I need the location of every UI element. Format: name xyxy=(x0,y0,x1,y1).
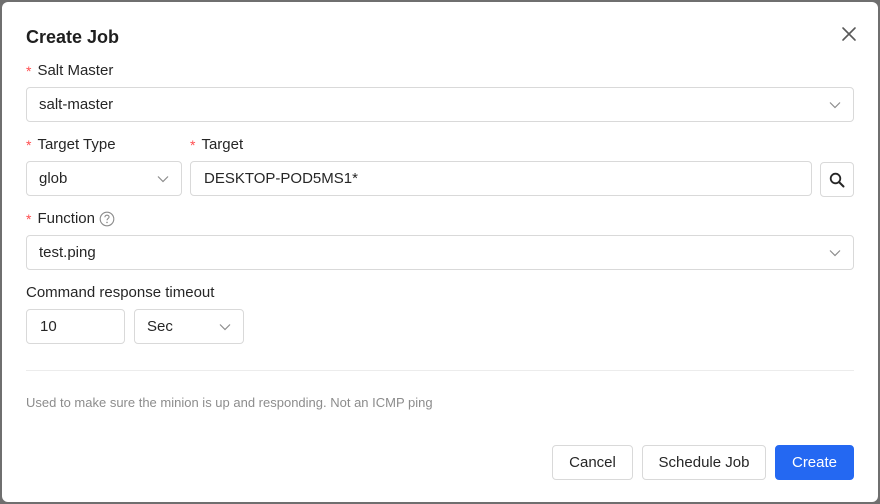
target-type-select[interactable]: glob xyxy=(26,161,182,196)
required-mark: * xyxy=(26,62,32,79)
salt-master-label-text: Salt Master xyxy=(37,62,114,79)
function-label-text: Function xyxy=(37,210,95,227)
salt-master-label: * Salt Master xyxy=(26,62,113,79)
function-description: Used to make sure the minion is up and r… xyxy=(26,395,433,410)
timeout-input[interactable]: 10 xyxy=(26,309,125,344)
required-mark: * xyxy=(190,136,196,153)
dialog-title: Create Job xyxy=(26,27,120,47)
target-label: * Target xyxy=(190,136,243,153)
target-type-label: * Target Type xyxy=(26,136,116,153)
close-icon xyxy=(842,27,856,41)
timeout-label: Command response timeout xyxy=(26,284,214,301)
search-icon xyxy=(829,172,845,187)
chevron-down-icon xyxy=(157,175,169,183)
help-icon[interactable] xyxy=(99,211,115,227)
create-button[interactable]: Create xyxy=(775,445,854,480)
chevron-down-icon xyxy=(829,249,841,257)
required-mark: * xyxy=(26,136,32,153)
target-input[interactable]: DESKTOP-POD5MS1* xyxy=(190,161,812,196)
timeout-unit-value: Sec xyxy=(147,318,173,335)
required-mark: * xyxy=(26,210,32,227)
target-search-button[interactable] xyxy=(820,162,854,197)
close-button[interactable] xyxy=(838,23,860,45)
chevron-down-icon xyxy=(829,101,841,109)
function-label: * Function xyxy=(26,210,115,227)
target-type-value: glob xyxy=(39,170,68,187)
target-label-text: Target xyxy=(201,136,244,153)
function-select[interactable]: test.ping xyxy=(26,235,854,270)
cancel-button[interactable]: Cancel xyxy=(552,445,633,480)
timeout-value: 10 xyxy=(40,318,57,335)
divider xyxy=(26,370,854,371)
function-value: test.ping xyxy=(39,244,96,261)
create-job-dialog: Create Job * Salt Master salt-master * T… xyxy=(2,2,878,502)
timeout-label-text: Command response timeout xyxy=(26,284,215,301)
timeout-unit-select[interactable]: Sec xyxy=(134,309,244,344)
target-type-label-text: Target Type xyxy=(37,136,116,153)
target-value: DESKTOP-POD5MS1* xyxy=(204,170,358,187)
salt-master-value: salt-master xyxy=(39,96,114,113)
chevron-down-icon xyxy=(219,323,231,331)
salt-master-select[interactable]: salt-master xyxy=(26,87,854,122)
schedule-job-button[interactable]: Schedule Job xyxy=(642,445,766,480)
